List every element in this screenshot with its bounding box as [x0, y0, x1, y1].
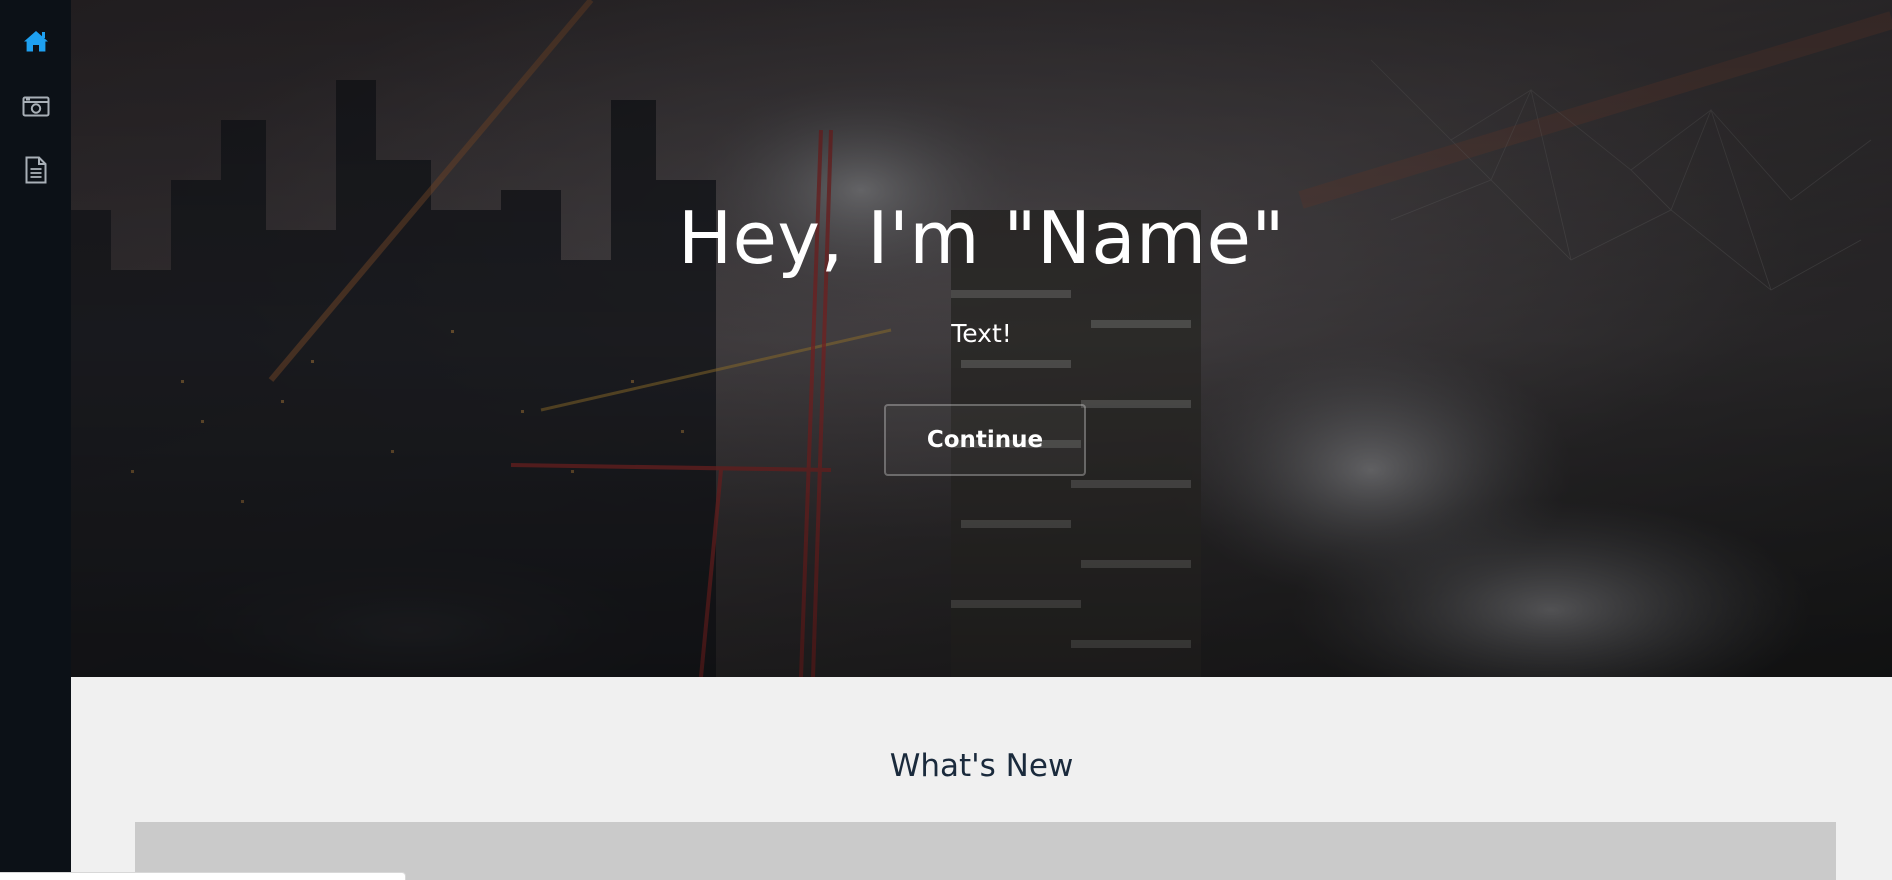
bottom-popup-tab[interactable]: [0, 872, 406, 880]
sidebar-item-documents[interactable]: [0, 146, 71, 194]
home-icon: [23, 31, 48, 52]
section-title: What's New: [889, 748, 1074, 784]
gallery-icon: [22, 96, 49, 117]
sidebar: [0, 0, 71, 880]
document-icon: [25, 156, 46, 184]
hero-title: Hey, I'm "Name": [677, 196, 1286, 280]
whats-new-section: What's New: [71, 677, 1892, 880]
continue-button[interactable]: Continue: [884, 404, 1086, 476]
hero-subtitle: Text!: [951, 319, 1012, 348]
sidebar-item-gallery[interactable]: [0, 82, 71, 130]
sidebar-item-home[interactable]: [0, 17, 71, 65]
hero-banner: Hey, I'm "Name" Text! Continue: [71, 0, 1892, 677]
